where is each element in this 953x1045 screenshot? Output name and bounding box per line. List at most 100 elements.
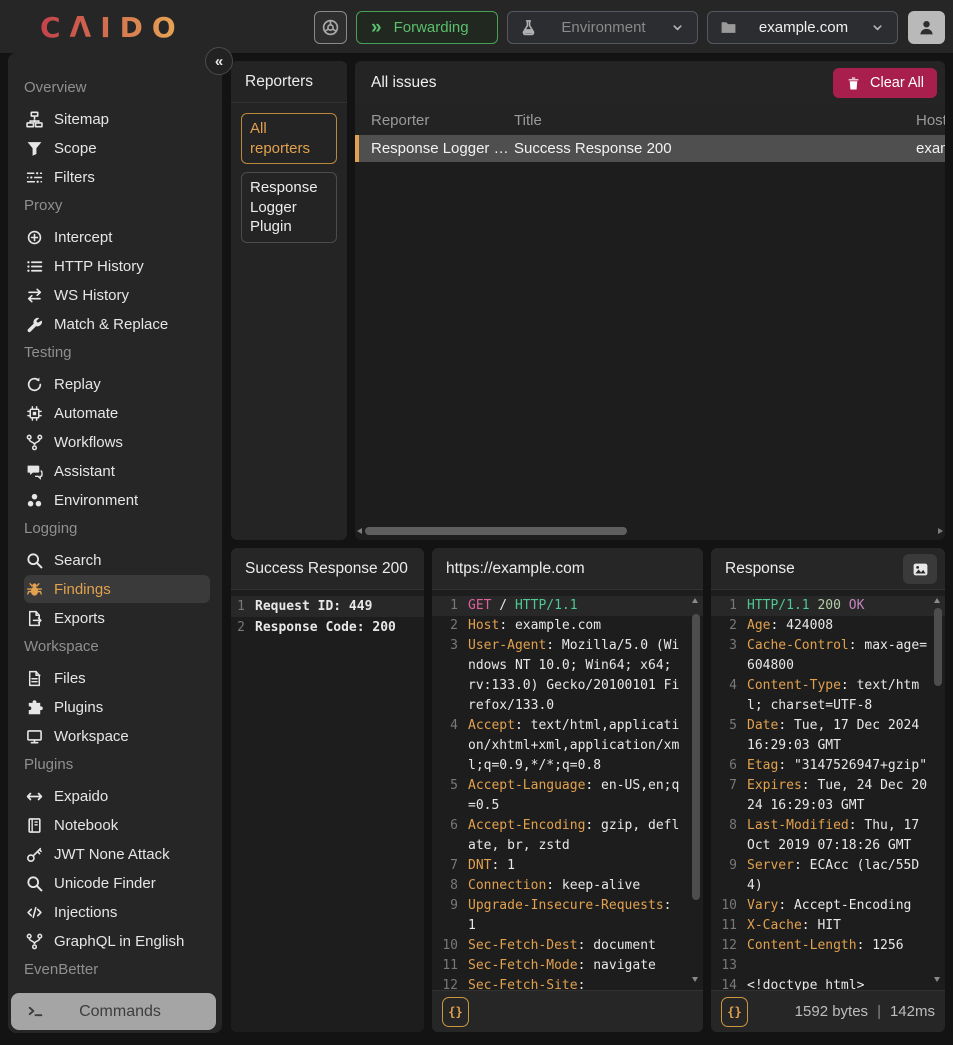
- sidebar-item-label: Assistant: [54, 463, 115, 480]
- code-line: 5Date: Tue, 17 Dec 2024 16:29:03 GMT: [711, 716, 945, 756]
- sidebar-item-label: JWT None Attack: [54, 846, 170, 863]
- response-footer: {} 1592 bytes | 142ms: [711, 990, 945, 1032]
- column-header-host[interactable]: Host: [916, 112, 945, 129]
- braces-icon[interactable]: {}: [442, 997, 469, 1027]
- sidebar-item-label: Exports: [54, 610, 105, 627]
- sidebar-item-plugins[interactable]: Plugins: [24, 693, 210, 721]
- sidebar-item-intercept[interactable]: Intercept: [24, 223, 210, 251]
- sidebar-item-http-history[interactable]: HTTP History: [24, 252, 210, 280]
- code-line: 11Sec-Fetch-Mode: navigate: [432, 956, 703, 976]
- sidebar-item-label: Replay: [54, 376, 101, 393]
- sidebar-item-label: Plugins: [54, 699, 103, 716]
- user-button[interactable]: [908, 11, 945, 44]
- scroll-up-arrow-icon[interactable]: [934, 598, 940, 603]
- code-line: 1Request ID: 449: [231, 596, 424, 617]
- scroll-down-arrow-icon[interactable]: [692, 977, 698, 982]
- sidebar-item-search[interactable]: Search: [24, 546, 210, 574]
- sidebar-item-label: GraphQL in English: [54, 933, 184, 950]
- sidebar-item-notebook[interactable]: Notebook: [24, 811, 210, 839]
- chevrons-right-icon: »: [371, 18, 382, 37]
- trash-icon: [846, 76, 861, 91]
- project-dropdown[interactable]: example.com: [707, 11, 898, 44]
- request-title: https://example.com: [432, 548, 703, 590]
- environment-dropdown[interactable]: Environment: [507, 11, 698, 44]
- forwarding-button[interactable]: » Forwarding: [356, 11, 498, 44]
- scroll-down-arrow-icon[interactable]: [934, 977, 940, 982]
- sidebar-item-workspace[interactable]: Workspace: [24, 722, 210, 750]
- response-code-editor[interactable]: 1HTTP/1.1 200 OK2Age: 4240083Cache-Contr…: [711, 590, 945, 990]
- sidebar: OverviewSitemapScopeFiltersProxyIntercep…: [8, 53, 222, 1033]
- code-line: 10Sec-Fetch-Dest: document: [432, 936, 703, 956]
- sidebar-item-environment[interactable]: Environment: [24, 486, 210, 514]
- code-line: 4Content-Type: text/html; charset=UTF-8: [711, 676, 945, 716]
- response-scrollbar[interactable]: [934, 596, 942, 984]
- branch-icon: [26, 933, 43, 950]
- column-header-title[interactable]: Title: [514, 112, 916, 129]
- section-header-overview: Overview: [24, 79, 222, 101]
- sidebar-item-replay[interactable]: Replay: [24, 370, 210, 398]
- code-line: 11X-Cache: HIT: [711, 916, 945, 936]
- finding-code-editor[interactable]: 1Request ID: 4492Response Code: 200: [231, 590, 424, 1032]
- sidebar-item-label: WS History: [54, 287, 129, 304]
- code-line: 12Sec-Fetch-Site:: [432, 976, 703, 990]
- code-line: 1HTTP/1.1 200 OK: [711, 596, 945, 616]
- search-icon: [26, 875, 43, 892]
- sidebar-item-findings[interactable]: Findings: [24, 575, 210, 603]
- sidebar-item-label: Workflows: [54, 434, 123, 451]
- sidebar-item-sitemap[interactable]: Sitemap: [24, 105, 210, 133]
- sidebar-item-files[interactable]: Files: [24, 664, 210, 692]
- sidebar-item-graphql-in-english[interactable]: GraphQL in English: [24, 927, 210, 955]
- code-line: 3Cache-Control: max-age=604800: [711, 636, 945, 676]
- braces-icon[interactable]: {}: [721, 997, 748, 1027]
- sidebar-item-label: HTTP History: [54, 258, 144, 275]
- sidebar-item-injections[interactable]: Injections: [24, 898, 210, 926]
- code-line: 12Content-Length: 1256: [711, 936, 945, 956]
- clear-all-button[interactable]: Clear All: [833, 68, 937, 98]
- sidebar-item-workflows[interactable]: Workflows: [24, 428, 210, 456]
- render-image-button[interactable]: [903, 554, 937, 584]
- sidebar-item-label: Intercept: [54, 229, 112, 246]
- code-line: 6Accept-Encoding: gzip, deflate, br, zst…: [432, 816, 703, 856]
- sidebar-item-label: Unicode Finder: [54, 875, 156, 892]
- column-header-reporter[interactable]: Reporter: [355, 112, 514, 129]
- issue-cell: example.com: [916, 140, 945, 157]
- sidebar-item-automate[interactable]: Automate: [24, 399, 210, 427]
- section-header-testing: Testing: [24, 344, 222, 366]
- response-panel: Response 1HTTP/1.1 200 OK2Age: 4240083Ca…: [711, 548, 945, 1032]
- sidebar-item-label: Match & Replace: [54, 316, 168, 333]
- code-line: 6Etag: "3147526947+gzip": [711, 756, 945, 776]
- code-line: 9Server: ECAcc (lac/55D4): [711, 856, 945, 896]
- scroll-right-arrow-icon[interactable]: [938, 528, 943, 534]
- request-scrollbar[interactable]: [692, 596, 700, 984]
- sidebar-item-expaido[interactable]: Expaido: [24, 782, 210, 810]
- scroll-up-arrow-icon[interactable]: [692, 598, 698, 603]
- commands-button[interactable]: Commands: [11, 993, 216, 1030]
- sidebar-item-label: Sitemap: [54, 111, 109, 128]
- issue-row[interactable]: Response Logger PluginSuccess Response 2…: [355, 135, 945, 162]
- sidebar-collapse-button[interactable]: «: [205, 47, 233, 75]
- chip-icon: [26, 405, 43, 422]
- request-code-editor[interactable]: 1GET / HTTP/1.12Host: example.com3User-A…: [432, 590, 703, 990]
- sidebar-item-scope[interactable]: Scope: [24, 134, 210, 162]
- issues-panel: All issues Clear All ReporterTitleHost R…: [355, 61, 945, 540]
- code-line: 13: [711, 956, 945, 976]
- sliders-icon: [26, 169, 43, 186]
- sidebar-item-unicode-finder[interactable]: Unicode Finder: [24, 869, 210, 897]
- issues-horizontal-scrollbar[interactable]: [365, 527, 935, 535]
- code-line: 4Accept: text/html,application/xhtml+xml…: [432, 716, 703, 776]
- scroll-left-arrow-icon[interactable]: [357, 528, 362, 534]
- reporter-filter-response-logger-plugin[interactable]: Response Logger Plugin: [241, 172, 337, 243]
- sidebar-item-exports[interactable]: Exports: [24, 604, 210, 632]
- branch-icon: [26, 434, 43, 451]
- sidebar-item-assistant[interactable]: Assistant: [24, 457, 210, 485]
- sidebar-item-ws-history[interactable]: WS History: [24, 281, 210, 309]
- reporter-filter-all-reporters[interactable]: All reporters: [241, 113, 337, 164]
- sidebar-item-match-replace[interactable]: Match & Replace: [24, 310, 210, 338]
- file-export-icon: [26, 610, 43, 627]
- sidebar-item-filters[interactable]: Filters: [24, 163, 210, 191]
- browser-button[interactable]: [314, 11, 347, 44]
- footer-separator: |: [877, 1003, 881, 1020]
- caido-logo: CΛIDO: [40, 11, 185, 44]
- sidebar-item-jwt-none-attack[interactable]: JWT None Attack: [24, 840, 210, 868]
- issues-rows: Response Logger PluginSuccess Response 2…: [355, 135, 945, 162]
